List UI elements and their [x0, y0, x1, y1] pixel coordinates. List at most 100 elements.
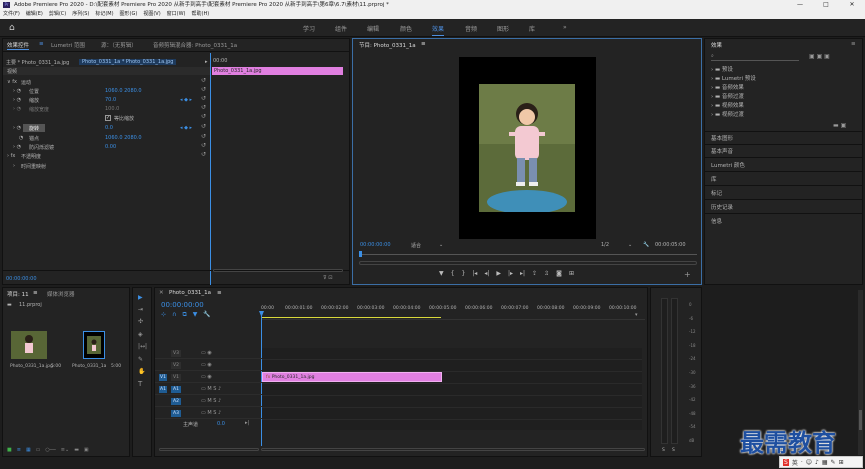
folder-presets[interactable]: › ▬ 预设	[711, 65, 733, 73]
tab-source[interactable]: 源：（无剪辑）	[101, 41, 137, 49]
new-item-icon[interactable]: ▬	[74, 447, 79, 455]
go-to-out-icon[interactable]: ▸|	[520, 270, 525, 280]
effects-menu-icon[interactable]: ≡	[851, 41, 856, 47]
uniform-scale-checkbox[interactable]: ✓	[105, 115, 111, 121]
section-history[interactable]: 历史记录	[711, 203, 733, 211]
meter-solo-right[interactable]: S	[672, 448, 675, 453]
timeline-clip[interactable]: fx Photo_0331_1a.jpg	[262, 372, 442, 382]
track-v3-label[interactable]: V3	[171, 350, 181, 357]
keyframe-nav-icon[interactable]: ◂ ◆ ▸	[180, 97, 192, 103]
expand-arrow-icon[interactable]: ▸	[205, 59, 208, 65]
track-a2-label[interactable]: A2	[171, 398, 181, 405]
timeline-close-icon[interactable]: ✕	[159, 290, 164, 296]
stopwatch-icon[interactable]: › ◔	[13, 125, 21, 131]
ime-tools-icon[interactable]: ⊞	[839, 459, 844, 466]
folder-lumetri-presets[interactable]: › ▬ Lumetri 预设	[711, 74, 756, 82]
section-lumetri-color[interactable]: Lumetri 颜色	[711, 161, 745, 169]
tab-lumetri-scopes[interactable]: Lumetri 范围	[51, 41, 85, 49]
master-value[interactable]: 0.0	[217, 421, 225, 427]
timeremap-toggle-icon[interactable]: ›	[13, 163, 15, 169]
section-essential-graphics[interactable]: 基本图形	[711, 134, 733, 142]
new-bin-icon[interactable]: ▬ ▣	[833, 122, 846, 129]
new-bin-icon[interactable]: ▣	[84, 447, 89, 455]
menu-marker[interactable]: 标记(M)	[95, 10, 113, 19]
camera-icon[interactable]: ◙	[556, 270, 562, 280]
home-icon[interactable]: ⌂	[9, 23, 15, 33]
ime-logo-icon[interactable]: S	[783, 458, 789, 466]
track-toggle-icons[interactable]: ▭ ◉	[201, 350, 212, 356]
section-libraries[interactable]: 库	[711, 175, 717, 183]
track-mute-solo-icons[interactable]: ▭ M S ♪	[201, 410, 221, 416]
param-position-value[interactable]: 1060.0 2080.0	[105, 88, 142, 94]
ec-timecode[interactable]: 00:00:00:00	[6, 276, 37, 282]
ime-keyboard-icon[interactable]: ▦	[822, 459, 828, 466]
folder-video-transitions[interactable]: › ▬ 视频过渡	[711, 110, 744, 118]
track-mute-solo-icons[interactable]: ▭ M S ♪	[201, 398, 221, 404]
reset-icon[interactable]: ↺	[201, 113, 206, 120]
param-anchor-value[interactable]: 1060.0 2080.0	[105, 135, 142, 141]
folder-audio-effects[interactable]: › ▬ 音频效果	[711, 83, 744, 91]
reset-icon[interactable]: ↺	[201, 77, 206, 84]
workspace-graphics[interactable]: 图形	[497, 24, 509, 33]
stopwatch-icon[interactable]: › ◔	[13, 97, 21, 103]
play-icon[interactable]: ▶	[496, 270, 501, 280]
step-back-icon[interactable]: ◂|	[484, 270, 489, 280]
effects-search-input[interactable]: ⌕	[711, 53, 799, 61]
list-view-icon[interactable]: ≡	[17, 447, 21, 455]
project-menu-icon[interactable]: ≡	[33, 290, 38, 296]
mini-clip-bar[interactable]: Photo_0331_1a.jpg	[212, 67, 343, 75]
source-patch-v1[interactable]: V1	[159, 374, 167, 381]
quality-chevron-icon[interactable]: ⌄	[628, 242, 632, 248]
ime-voice-icon[interactable]: ♪	[815, 459, 819, 466]
track-v2-label[interactable]: V2	[171, 362, 181, 369]
effects-title[interactable]: 效果	[711, 41, 722, 49]
thumbnail-sequence[interactable]	[83, 331, 105, 359]
quality-dropdown[interactable]: 1/2	[601, 242, 609, 248]
menu-help[interactable]: 帮助(H)	[192, 10, 210, 19]
track-a1-label[interactable]: A1	[171, 386, 181, 393]
reset-icon[interactable]: ↺	[201, 123, 206, 130]
track-scroll[interactable]	[159, 448, 259, 451]
track-lanes[interactable]: fx Photo_0331_1a.jpg	[262, 348, 642, 430]
workspace-audio[interactable]: 音频	[465, 24, 477, 33]
program-zoom-scrollbar[interactable]	[359, 261, 697, 265]
folder-audio-transitions[interactable]: › ▬ 音频过渡	[711, 92, 744, 100]
workspace-color[interactable]: 颜色	[400, 24, 412, 33]
menu-graphics[interactable]: 图形(G)	[120, 10, 138, 19]
freeform-view-icon[interactable]: ▭	[36, 447, 41, 455]
go-to-in-icon[interactable]: |◂	[472, 270, 477, 280]
stopwatch-icon[interactable]: ◔	[19, 135, 23, 141]
program-menu-icon[interactable]: ≡	[421, 41, 426, 47]
ime-emoji-icon[interactable]: ☺	[806, 459, 812, 466]
param-antiflicker-value[interactable]: 0.00	[105, 144, 116, 150]
source-clip-label[interactable]: 主要 * Photo_0331_1a.jpg	[6, 59, 69, 66]
work-area-bar[interactable]	[261, 317, 441, 318]
timeline-menu-icon[interactable]: ≡	[217, 290, 222, 296]
stopwatch-icon[interactable]: › ◔	[13, 144, 21, 150]
snap-icon[interactable]: ∩	[172, 311, 176, 319]
folder-video-effects[interactable]: › ▬ 视频效果	[711, 101, 744, 109]
program-scrubber[interactable]	[359, 254, 697, 255]
step-forward-icon[interactable]: |▸	[508, 270, 513, 280]
compare-icon[interactable]: ⊞	[569, 270, 574, 280]
menu-window[interactable]: 窗口(W)	[167, 10, 186, 19]
preset-filter-icons[interactable]: ▣ ▣ ▣	[809, 53, 830, 60]
track-a3-label[interactable]: A3	[171, 410, 181, 417]
fit-dropdown-chevron-icon[interactable]: ⌄	[439, 242, 443, 248]
master-end-icon[interactable]: ▸|	[245, 420, 249, 426]
more-workspaces-icon[interactable]: »	[563, 24, 567, 31]
timeline-timecode[interactable]: 00:00:00:00	[161, 301, 204, 309]
reset-icon[interactable]: ↺	[201, 104, 206, 111]
tab-media-browser[interactable]: 媒体浏览器	[47, 290, 75, 298]
section-essential-sound[interactable]: 基本声音	[711, 147, 733, 155]
linked-selection-icon[interactable]: ⧉	[182, 311, 186, 319]
thumbnail-photo[interactable]	[11, 331, 47, 359]
tab-menu-icon[interactable]: ≡	[39, 41, 44, 47]
maximize-button[interactable]: □	[813, 0, 839, 10]
program-title[interactable]: 节目: Photo_0331_1a	[359, 41, 416, 49]
sequence-clip-label[interactable]: Photo_0331_1a * Photo_0331_1a.jpg	[79, 59, 177, 65]
zoom-slider[interactable]: ○──	[45, 447, 55, 455]
menu-view[interactable]: 视图(V)	[143, 10, 160, 19]
tab-audio-clip-mixer[interactable]: 音频剪辑混合器: Photo_0331_1a	[153, 41, 237, 49]
wrench-icon[interactable]: 🔧	[643, 242, 649, 248]
